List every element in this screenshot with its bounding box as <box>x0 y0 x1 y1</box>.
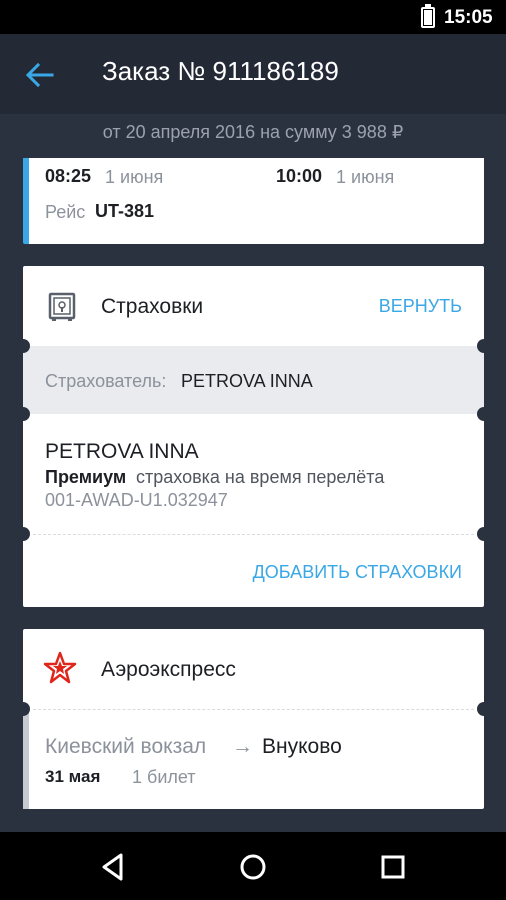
aeroexpress-star-icon <box>43 651 77 684</box>
status-time: 15:05 <box>444 7 493 28</box>
policy-number: 001-AWAD-U1.032947 <box>45 490 228 510</box>
battery-icon <box>421 4 435 28</box>
insurance-title: Страховки <box>101 295 204 318</box>
insurer-name: PETROVA INNA <box>181 371 313 391</box>
insurance-plan-description: страховка на время перелёта <box>136 467 385 487</box>
back-triangle-icon[interactable] <box>96 850 130 884</box>
ticket-notch <box>477 339 491 353</box>
arrow-left-icon[interactable] <box>22 58 56 92</box>
ticket-notch <box>16 527 30 541</box>
arrival-time: 10:00 <box>276 166 323 186</box>
departure-date: 1 июня <box>105 167 164 187</box>
insurance-plan: Премиум <box>45 467 127 487</box>
arrival-date: 1 июня <box>336 167 395 187</box>
order-summary: от 20 апреля 2016 на сумму 3 988 ₽ <box>102 122 404 142</box>
ticket-count: 1 билет <box>132 767 196 787</box>
trip-date: 31 мая <box>45 767 101 786</box>
home-circle-icon[interactable] <box>236 850 270 884</box>
page-title: Заказ № 911186189 <box>102 56 339 86</box>
insurance-card: Страховки ВЕРНУТЬ Страхователь: PETROVA … <box>16 266 491 607</box>
flight-label: Рейс <box>45 202 86 222</box>
departure-time: 08:25 <box>45 166 92 186</box>
ticket-notch <box>477 407 491 421</box>
ticket-notch <box>16 339 30 353</box>
ticket-notch <box>16 702 30 716</box>
add-insurance-button[interactable]: ДОБАВИТЬ СТРАХОВКИ <box>253 562 462 583</box>
flight-number: UT-381 <box>95 201 155 221</box>
flight-card[interactable]: 08:25 1 июня 10:00 1 июня Рейс UT-381 <box>23 158 484 244</box>
aeroexpress-card[interactable]: Аэроэкспресс Киевский вокзал → Внуково 3… <box>16 629 491 809</box>
app-bar: Заказ № 911186189 <box>0 34 506 114</box>
status-bar: 15:05 <box>0 0 506 34</box>
route-from: Киевский вокзал <box>45 735 207 758</box>
insured-person: PETROVA INNA <box>45 440 199 463</box>
ticket-notch <box>477 702 491 716</box>
navigation-bar <box>0 832 506 900</box>
route-to: Внуково <box>262 735 342 758</box>
return-button[interactable]: ВЕРНУТЬ <box>379 296 462 317</box>
insurer-label: Страхователь: <box>45 371 167 391</box>
ticket-notch <box>477 527 491 541</box>
safe-icon <box>48 292 76 321</box>
divider <box>33 709 474 710</box>
route-marker <box>23 709 29 809</box>
ticket-notch <box>16 407 30 421</box>
route-arrow: → <box>232 735 253 758</box>
recents-square-icon[interactable] <box>376 850 410 884</box>
aeroexpress-title: Аэроэкспресс <box>101 658 236 681</box>
divider <box>33 534 474 535</box>
